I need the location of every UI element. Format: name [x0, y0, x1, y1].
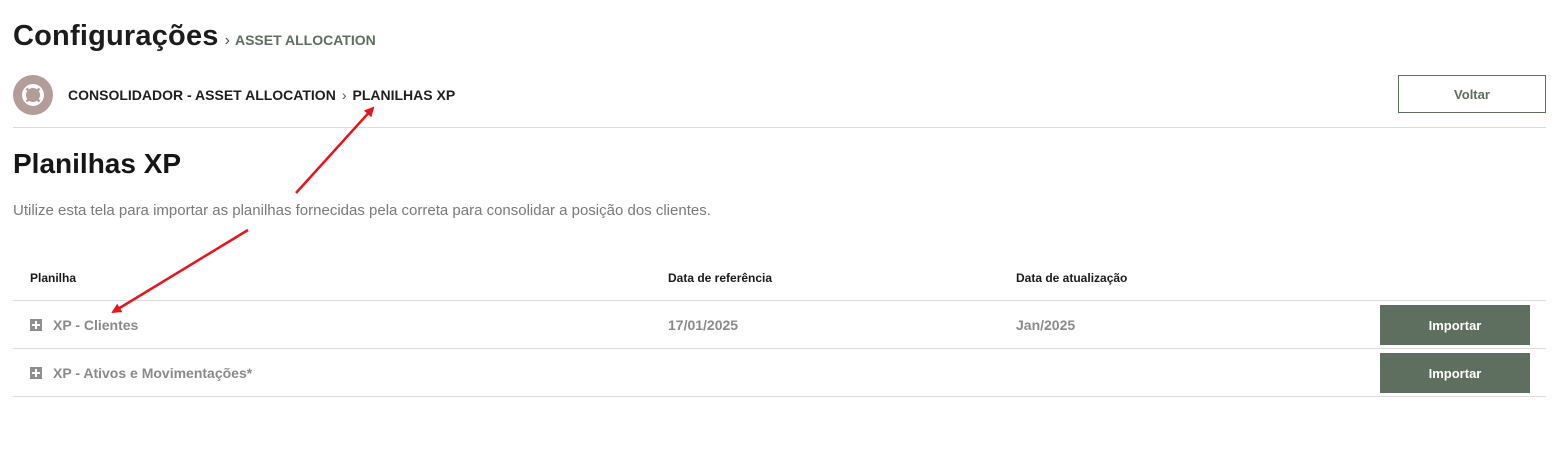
column-header-reference-date: Data de referência: [668, 271, 773, 285]
page-header: Configurações › ASSET ALLOCATION: [13, 20, 376, 53]
breadcrumb-item-consolidador[interactable]: CONSOLIDADOR - ASSET ALLOCATION: [68, 87, 336, 103]
divider: [13, 127, 1546, 128]
expand-icon[interactable]: [30, 366, 42, 379]
chevron-right-icon: ›: [341, 87, 347, 103]
column-header-planilha: Planilha: [30, 271, 77, 285]
row-name-cell[interactable]: XP - Ativos e Movimentações*: [30, 365, 252, 381]
row-name: XP - Clientes: [53, 316, 139, 333]
section-title: Planilhas XP: [13, 148, 182, 179]
avatar: [13, 75, 53, 115]
breadcrumb: CONSOLIDADOR - ASSET ALLOCATION › PLANIL…: [68, 87, 455, 103]
back-button[interactable]: Voltar: [1398, 75, 1546, 113]
annotation-arrows: [111, 106, 375, 314]
lifebuoy-icon: [22, 84, 44, 106]
expand-icon[interactable]: [30, 318, 42, 331]
header-separator: ›: [224, 32, 230, 49]
table-header: Planilha Data de referência Data de atua…: [13, 256, 1546, 301]
import-button[interactable]: Importar: [1380, 305, 1530, 345]
row-name: XP - Ativos e Movimentações*: [53, 364, 253, 381]
spreadsheets-table: Planilha Data de referência Data de atua…: [13, 256, 1546, 397]
section-description: Utilize esta tela para importar as plani…: [13, 202, 711, 219]
toolbar: CONSOLIDADOR - ASSET ALLOCATION › PLANIL…: [13, 75, 1546, 115]
breadcrumb-item-planilhas-xp: PLANILHAS XP: [352, 87, 456, 103]
table-row: XP - Clientes 17/01/2025 Jan/2025 Import…: [13, 301, 1546, 349]
annotation-arrow: [295, 106, 375, 194]
row-name-cell[interactable]: XP - Clientes: [30, 317, 138, 333]
row-update-date: Jan/2025: [1016, 316, 1076, 333]
header-crumb-asset-allocation[interactable]: ASSET ALLOCATION: [235, 32, 376, 48]
table-row: XP - Ativos e Movimentações* Importar: [13, 349, 1546, 397]
import-button[interactable]: Importar: [1380, 353, 1530, 393]
column-header-update-date: Data de atualização: [1016, 271, 1128, 285]
row-reference-date: 17/01/2025: [668, 316, 739, 333]
page-title: Configurações: [13, 20, 219, 52]
